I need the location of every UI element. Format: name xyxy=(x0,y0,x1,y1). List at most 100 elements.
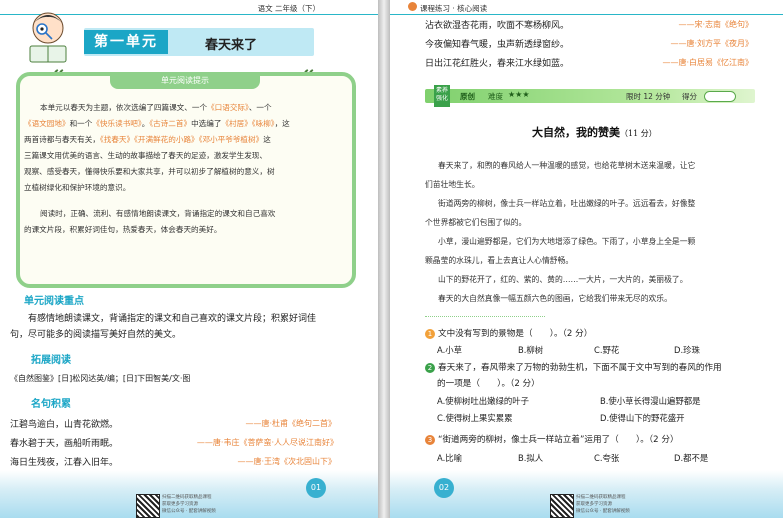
tip-line: 的课文片段，积累好词佳句，热爱春天，体会春天的美好。 xyxy=(24,222,221,237)
page-number: 02 xyxy=(434,478,454,498)
tip-title-ref: 《咏柳》 xyxy=(251,119,275,128)
tip-line: 两首诗都与春天有关，《找春天》《开满鲜花的小路》《邓小平爷爷植树》这 xyxy=(24,132,271,147)
quote-source-1: ——唐·杜甫《绝句二首》 xyxy=(245,419,336,428)
question-text: 的一项是（ ）。（2 分） xyxy=(437,379,540,389)
tip-title-ref: 《口语交际》 xyxy=(207,103,249,112)
tip-line: 《语文园地》和一个《快乐读书吧》。《古诗二首》中选编了《村居》《咏柳》，这 xyxy=(24,116,290,131)
tip-title-ref: 《邓小平爷爷植树》 xyxy=(198,135,264,144)
tip-title-ref: 《快乐读书吧》 xyxy=(92,119,142,128)
option-1-1[interactable]: B.柳树 xyxy=(518,344,543,356)
quotes-heading: 名句积累 xyxy=(31,399,71,410)
tip-line: 立植树绿化和保护环境的意识。 xyxy=(24,180,130,195)
poem-source-3: ——唐·白居易《忆江南》 xyxy=(662,58,753,67)
tip-text: 和一个 xyxy=(69,119,93,128)
tip-title-ref: 《古诗二首》 xyxy=(149,119,192,128)
header-rule xyxy=(390,14,783,15)
tip-title-ref: 《语文园地》 xyxy=(24,119,70,128)
tip-line: 观察、感受春天，懂得快乐要和大家共享，并可以初步了解植树的意义，树 xyxy=(24,164,275,179)
tip-text: 立植树绿化和保护环境的意识。 xyxy=(24,183,131,192)
article-title-text: 大自然，我的赞美 xyxy=(532,126,620,139)
extension-book: 《自然图鉴》[日]松冈达英/编；[日]下田智美/文·图 xyxy=(10,374,191,383)
question-1-text: 1 文中没有写到的景物是（ ）。（2 分） xyxy=(425,326,592,342)
question-3-text: 3 “街道两旁的柳树，像士兵一样站立着”运用了（ ）。（2 分） xyxy=(425,432,679,448)
tip-title-ref: 《找春天》 xyxy=(99,135,135,144)
difficulty-label: 难度 xyxy=(488,92,503,101)
score-field[interactable] xyxy=(704,91,736,102)
poem-source-1: ——宋·志南《绝句》 xyxy=(678,20,753,29)
quote-source-3: ——唐·王湾《次北固山下》 xyxy=(237,457,336,466)
quote-line-2: 春水碧于天，画船听雨眠。 xyxy=(10,439,119,449)
option-1-3[interactable]: D.珍珠 xyxy=(674,344,700,356)
qr-code-icon[interactable] xyxy=(550,494,574,518)
option-3-0[interactable]: A.比喻 xyxy=(437,452,462,464)
option-3-2[interactable]: C.夸张 xyxy=(594,452,619,464)
quote-source-2: ——唐·韦庄《菩萨蛮·人人尽说江南好》 xyxy=(196,438,338,447)
question-2-text: 的一项是（ ）。（2 分） xyxy=(437,376,540,392)
tip-text: 两首诗都与春天有关， xyxy=(24,135,100,144)
footer-text-3: 微信公众号 · 配套讲解视频 xyxy=(576,509,630,514)
tip-title-ref: 《开满鲜花的小路》 xyxy=(134,135,199,144)
option-2-2[interactable]: C.使得树上果实累累 xyxy=(437,412,513,424)
unit-title: 春天来了 xyxy=(205,38,258,53)
question-text: 春天来了，春风带来了万物的勃勃生机，下面不属于文中写到的春风的作用 xyxy=(438,363,722,373)
qr-code-icon[interactable] xyxy=(136,494,160,518)
left-page: 语文 二年级（下） 第一单元 春天来了 “ “ 单元阅读提示 本单元以春天为主题… xyxy=(0,0,378,518)
article-line: 街道两旁的柳树，像士兵一样站立着，吐出嫩绿的叶子。远远看去，好像整 xyxy=(438,199,696,208)
tip-title-ref: 《村居》 xyxy=(221,119,252,128)
tip-line: 本单元以春天为主题，依次选编了四篇课文、一个《口语交际》、一个 xyxy=(40,100,272,115)
question-text: 文中没有写到的景物是（ ）。（2 分） xyxy=(438,329,593,339)
tip-text: 本单元以春天为主题，依次选编了四篇课文、一个 xyxy=(40,103,208,112)
option-2-0[interactable]: A.使柳树吐出嫩绿的叶子 xyxy=(437,395,529,407)
focus-heading: 单元阅读重点 xyxy=(24,296,84,307)
article-line: 山下的野花开了，红的、紫的、黄的……一大片，一大片的，美丽极了。 xyxy=(438,275,688,284)
article-line: 颗晶莹的水珠儿，看上去真让人心情舒畅。 xyxy=(425,256,574,265)
footer-text-1: 扫描二维码获取精品课程 xyxy=(162,495,212,500)
option-1-2[interactable]: C.野花 xyxy=(594,344,619,356)
focus-line-2: 句，尽可能多的阅读描写美好自然的美文。 xyxy=(10,330,182,340)
time-limit: 限时 12 分钟 xyxy=(626,92,671,101)
tip-title: 单元阅读提示 xyxy=(110,72,260,89)
article-line: 们苗壮地生长。 xyxy=(425,180,480,189)
focus-line-1: 有感情地朗读课文，背诵指定的课文和自己喜欢的课文片段；积累好词佳 xyxy=(28,314,317,324)
footer-text-2: 获取更多学习资源 xyxy=(162,502,198,507)
article-line: 春天来了，和煦的春风给人一种温暖的感觉，也给花草树木送来温暖，让它 xyxy=(438,161,696,170)
tip-line: 阅读时，正确、流利、有感情地朗读课文，背诵指定的课文和自己喜欢 xyxy=(40,206,275,221)
article-title: 大自然，我的赞美（11 分） xyxy=(532,124,657,140)
poem-line-2: 今夜偏知春气暖，虫声新透绿窗纱。 xyxy=(425,40,570,50)
tip-line: 三篇课文用优美的语言、生动的故事描绘了春天的足迹，激发学生发现、 xyxy=(24,148,267,163)
reading-tip-box: 单元阅读提示 本单元以春天为主题，依次选编了四篇课文、一个《口语交际》、一个 《语… xyxy=(16,72,356,288)
original-tag: 原创 xyxy=(460,92,475,101)
mascot-reading-icon xyxy=(29,12,67,63)
page-header: 课程练习 · 核心阅读 xyxy=(420,4,488,13)
footer-text-1: 扫描二维码获取精品课程 xyxy=(576,495,626,500)
poem-line-1: 沾衣欲湿杏花雨，吹面不寒杨柳风。 xyxy=(425,21,570,31)
unit-label: 第一单元 xyxy=(84,30,168,54)
article-line: 个世界都被它们包围了似的。 xyxy=(425,218,527,227)
question-number-badge: 2 xyxy=(425,363,435,373)
right-page: 课程练习 · 核心阅读 沾衣欲湿杏花雨，吹面不寒杨柳风。 ——宋·志南《绝句》 … xyxy=(390,0,783,518)
tip-text: 、一个 xyxy=(248,103,272,112)
question-number-badge: 3 xyxy=(425,435,435,445)
article-line: 春天的大自然真像一幅五颜六色的图画，它给我们带来无尽的欢乐。 xyxy=(438,294,672,303)
tip-text: 阅读时，正确、流利、有感情地朗读课文，背诵指定的课文和自己喜欢 xyxy=(40,209,276,218)
tip-text: 三篇课文用优美的语言、生动的故事描绘了春天的足迹，激发学生发现、 xyxy=(24,151,267,160)
option-3-1[interactable]: B.拟人 xyxy=(518,452,543,464)
book-spine xyxy=(378,0,390,518)
tip-text: 的课文片段，积累好词佳句，热爱春天，体会春天的美好。 xyxy=(24,225,222,234)
tip-text: 这 xyxy=(263,135,271,144)
quote-line-1: 江碧鸟逾白，山青花欲燃。 xyxy=(10,420,119,430)
extension-heading: 拓展阅读 xyxy=(31,355,71,366)
page-header: 语文 二年级（下） xyxy=(257,4,320,13)
tip-text: 观察、感受春天，懂得快乐要和大家共享，并可以初步了解植树的意义，树 xyxy=(24,167,275,176)
option-2-1[interactable]: B.使小草长得漫山遍野都是 xyxy=(600,395,701,407)
option-1-0[interactable]: A.小草 xyxy=(437,344,462,356)
poem-source-2: ——唐·刘方平《夜月》 xyxy=(670,39,753,48)
question-number-badge: 1 xyxy=(425,329,435,339)
article-points: （11 分） xyxy=(620,129,657,138)
option-2-3[interactable]: D.使得山下的野花盛开 xyxy=(600,412,685,424)
poem-line-3: 日出江花红胜火，春来江水绿如蓝。 xyxy=(425,59,570,69)
option-3-3[interactable]: D.都不是 xyxy=(674,452,708,464)
footer-text-2: 获取更多学习资源 xyxy=(576,502,612,507)
article-line: 小草，漫山遍野都是，它们为大地增添了绿色。下雨了，小草身上全是一颗 xyxy=(438,237,696,246)
tip-text: 中选编了 xyxy=(191,119,222,128)
